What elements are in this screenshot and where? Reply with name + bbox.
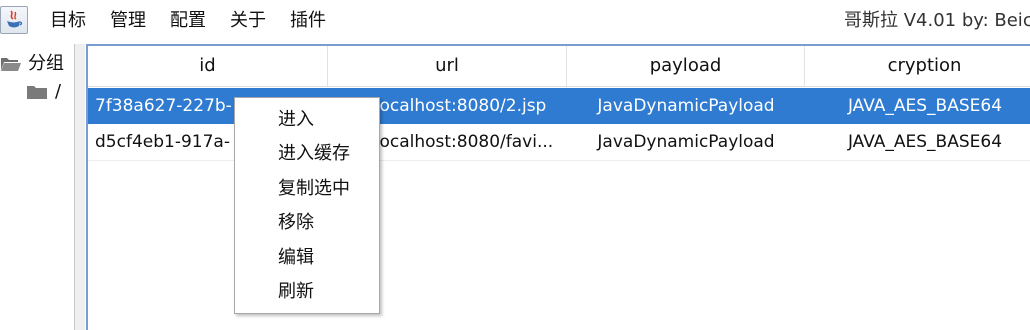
column-header-cryption[interactable]: cryption [805,46,1030,86]
cell-payload: JavaDynamicPayload [597,132,775,152]
context-menu-refresh[interactable]: 刷新 [278,280,314,304]
cell-url: /localhost:8080/2.jsp [369,96,547,116]
menu-config[interactable]: 配置 [170,9,206,33]
context-menu-copy-selected[interactable]: 复制选中 [278,177,350,201]
menu-about[interactable]: 关于 [230,9,266,33]
column-header-url[interactable]: url [328,46,567,86]
column-header-payload[interactable]: payload [567,46,805,86]
table-header: id url payload cryption [88,46,1030,87]
table-row[interactable]: 7f38a627-227b- /localhost:8080/2.jsp Jav… [88,88,1030,124]
window-title: 哥斯拉 V4.01 by: Beic [844,10,1030,31]
menu-plugins[interactable]: 插件 [290,9,326,33]
panel-splitter[interactable] [75,44,85,330]
context-menu: 进入 进入缓存 复制选中 移除 编辑 刷新 [234,97,380,314]
context-menu-enter-cache[interactable]: 进入缓存 [278,142,350,166]
shell-table: id url payload cryption 7f38a627-227b- /… [86,44,1030,330]
menu-manage[interactable]: 管理 [110,9,146,33]
tree-node-group-root[interactable]: 分组 [28,52,64,76]
context-menu-enter[interactable]: 进入 [278,108,314,132]
folder-icon [26,84,48,104]
open-folder-icon [0,56,22,76]
context-menu-edit[interactable]: 编辑 [278,246,314,270]
cell-url: /localhost:8080/favi... [369,132,554,152]
cell-cryption: JAVA_AES_BASE64 [847,96,1003,116]
group-tree: 分组 / [0,44,75,330]
context-menu-remove[interactable]: 移除 [278,211,314,235]
java-app-icon [0,6,28,34]
column-header-id[interactable]: id [88,46,328,86]
menu-bar: 目标 管理 配置 关于 插件 哥斯拉 V4.01 by: Beic [0,0,1030,42]
cell-cryption: JAVA_AES_BASE64 [847,132,1003,152]
cell-payload: JavaDynamicPayload [597,96,775,116]
table-row[interactable]: d5cf4eb1-917a- /localhost:8080/favi... J… [88,124,1030,161]
menu-target[interactable]: 目标 [50,9,86,33]
tree-node-root-path[interactable]: / [55,80,61,104]
